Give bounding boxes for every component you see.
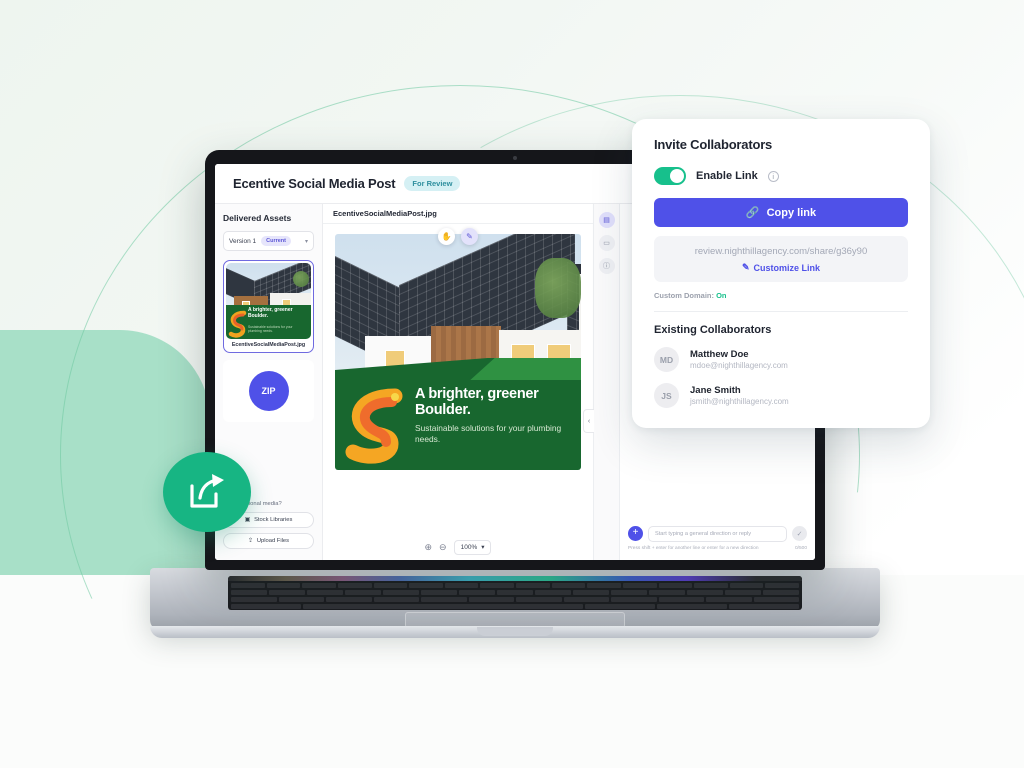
collaborator-row[interactable]: MD Matthew Doe mdoe@nighthillagency.com xyxy=(654,347,908,372)
collaborator-email: mdoe@nighthillagency.com xyxy=(690,361,788,370)
custom-domain-row: Custom Domain: On xyxy=(654,291,908,300)
artwork-subhead: Sustainable solutions for your plumbing … xyxy=(415,423,562,444)
info-panel-button[interactable]: ⓘ xyxy=(598,258,615,274)
comment-input[interactable]: Start typing a general direction or repl… xyxy=(648,525,787,542)
panel-collapse-button[interactable]: ‹ xyxy=(583,409,594,433)
asset-thumbnail-caption: EcentiveSocialMediaPost.jpg xyxy=(231,342,306,348)
annotate-tool-button[interactable]: ✎ xyxy=(461,228,478,245)
collaborator-info: Jane Smith jsmith@nighthillagency.com xyxy=(690,385,789,406)
collaborator-email: jsmith@nighthillagency.com xyxy=(690,397,789,406)
artwork-band-accent xyxy=(470,358,581,380)
chevron-down-icon: ▾ xyxy=(481,544,485,551)
zoom-level-value: 100% xyxy=(460,543,478,551)
zip-label: ZIP xyxy=(248,371,289,411)
collaborator-info: Matthew Doe mdoe@nighthillagency.com xyxy=(690,349,788,370)
customize-link-label: Customize Link xyxy=(753,262,821,273)
invite-collaborators-popover: Invite Collaborators Enable Link i 🔗 Cop… xyxy=(632,119,930,428)
image-icon: ▣ xyxy=(244,517,251,523)
zoom-level-select[interactable]: 100% ▾ xyxy=(453,539,492,555)
hand-tool-button[interactable]: ✋ xyxy=(438,228,455,245)
asset-thumbnail-preview: A brighter, greener Boulder. Sustainable … xyxy=(226,263,311,339)
sidebar-heading: Delivered Assets xyxy=(223,213,292,223)
artwork-headline: A brighter, greener Boulder. xyxy=(415,386,539,419)
chevron-left-icon: ‹ xyxy=(587,417,591,425)
copy-link-label: Copy link xyxy=(766,206,817,219)
customize-link-button[interactable]: ✎ Customize Link xyxy=(662,262,900,273)
upload-icon: ⇪ xyxy=(247,538,253,544)
brand-logo-icon xyxy=(228,310,247,338)
laptop-keyboard xyxy=(228,576,802,610)
artwork-ad-text: A brighter, greener Boulder. Sustainable… xyxy=(415,386,569,444)
add-attachment-button[interactable]: + xyxy=(628,526,643,542)
enable-link-toggle[interactable] xyxy=(654,167,686,185)
collaborator-name: Matthew Doe xyxy=(690,349,749,360)
existing-collaborators-title: Existing Collaborators xyxy=(654,324,772,336)
status-badge: For Review xyxy=(404,176,461,191)
enable-link-row: Enable Link i xyxy=(654,167,908,185)
version-current-badge: Current xyxy=(261,236,291,246)
plus-icon: + xyxy=(632,527,639,539)
laptop-camera xyxy=(513,156,517,160)
comments-panel-button[interactable]: ▭ xyxy=(598,235,615,251)
check-icon: ✓ xyxy=(796,530,803,538)
copy-link-button[interactable]: 🔗 Copy link xyxy=(654,198,908,227)
canvas-header: EcentiveSocialMediaPost.jpg xyxy=(323,204,593,224)
avatar: MD xyxy=(654,347,679,372)
right-rail: ▤ ▭ ⓘ xyxy=(593,204,619,560)
zip-asset[interactable]: ZIP xyxy=(223,360,314,422)
upload-files-label: Upload Files xyxy=(256,538,290,544)
assets-panel-button[interactable]: ▤ xyxy=(598,212,615,228)
avatar: JS xyxy=(654,383,679,408)
archive-icon: ▤ xyxy=(603,217,610,224)
upload-files-button[interactable]: ⇪ Upload Files xyxy=(223,533,314,549)
chevron-down-icon: ▾ xyxy=(304,238,308,245)
share-url-box: review.nighthillagency.com/share/g36y90 … xyxy=(654,236,908,282)
laptop-notch xyxy=(477,627,553,636)
zoom-controls: ⊕ ⊖ 100% ▾ xyxy=(323,534,593,560)
pencil-icon: ✎ xyxy=(741,262,750,272)
laptop-base xyxy=(150,568,880,630)
laptop-touchbar xyxy=(228,576,802,581)
artwork-green-band: A brighter, greener Boulder. Sustainable… xyxy=(335,358,581,470)
comment-input-row: + Start typing a general direction or re… xyxy=(628,525,807,542)
comment-composer: + Start typing a general direction or re… xyxy=(620,520,815,560)
custom-domain-label: Custom Domain: xyxy=(654,291,714,300)
artwork-brand-logo-icon xyxy=(345,388,403,464)
zoom-out-icon[interactable]: ⊖ xyxy=(439,542,447,553)
page-title: Ecentive Social Media Post xyxy=(233,176,396,191)
comment-icon: ▭ xyxy=(603,240,610,247)
popover-title: Invite Collaborators xyxy=(654,137,773,152)
comment-hint: Press shift + enter for another line or … xyxy=(628,545,759,551)
comment-counter: 0/500 xyxy=(794,545,807,551)
enable-link-label: Enable Link xyxy=(696,170,758,182)
asset-thumbnail[interactable]: A brighter, greener Boulder. Sustainable … xyxy=(223,260,314,353)
share-badge[interactable] xyxy=(163,452,251,532)
comment-footer: Press shift + enter for another line or … xyxy=(628,546,807,552)
hand-icon: ✋ xyxy=(441,232,452,241)
canvas-file-name: EcentiveSocialMediaPost.jpg xyxy=(333,209,437,218)
canvas-area: ✋ ✎ A brighter, greener Boulder. Sustain… xyxy=(323,224,593,534)
artwork-tree xyxy=(535,258,581,318)
share-url: review.nighthillagency.com/share/g36y90 xyxy=(694,246,868,257)
share-icon xyxy=(190,474,224,508)
popover-divider xyxy=(654,311,908,312)
zoom-in-icon[interactable]: ⊕ xyxy=(425,542,433,553)
stock-libraries-label: Stock Libraries xyxy=(254,517,293,523)
version-label: Version 1 xyxy=(229,237,257,245)
artwork-preview[interactable]: A brighter, greener Boulder. Sustainable… xyxy=(335,234,581,470)
link-icon: 🔗 xyxy=(745,207,760,219)
collaborator-name: Jane Smith xyxy=(690,385,741,396)
custom-domain-value: On xyxy=(716,291,727,300)
pencil-icon: ✎ xyxy=(466,232,473,241)
collaborator-row[interactable]: JS Jane Smith jsmith@nighthillagency.com xyxy=(654,383,908,408)
canvas-tool-floating-bar: ✋ ✎ xyxy=(438,228,478,245)
info-icon[interactable]: i xyxy=(767,170,779,182)
version-select[interactable]: Version 1 Current ▾ xyxy=(223,231,314,251)
canvas-column: EcentiveSocialMediaPost.jpg ✋ ✎ A bright… xyxy=(323,204,594,560)
info-icon: ⓘ xyxy=(603,263,610,270)
comment-send-button[interactable]: ✓ xyxy=(792,526,807,542)
